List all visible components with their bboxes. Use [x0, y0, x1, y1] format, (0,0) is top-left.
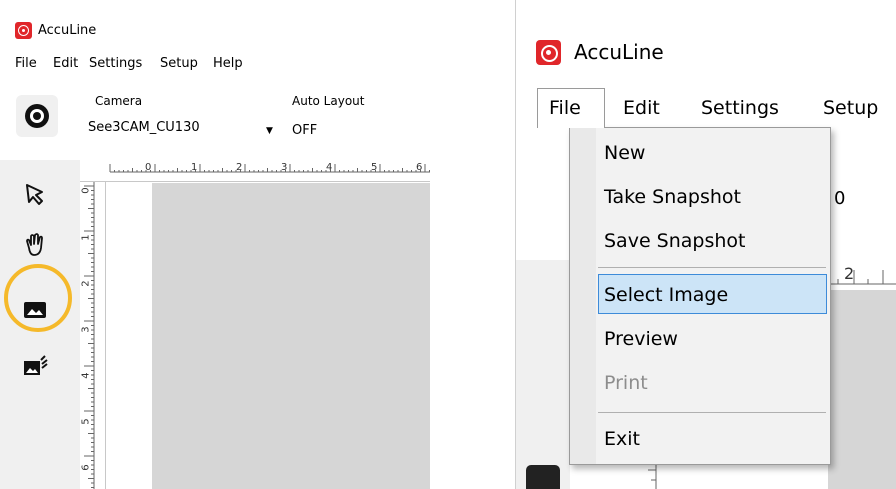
- toolbar: Camera See3CAM_CU130 ▼ Auto Layout OFF: [0, 85, 430, 155]
- menu-item-new[interactable]: New: [604, 142, 645, 164]
- ruler-left-label: 1: [80, 234, 92, 241]
- ruler-top-label: 1: [191, 162, 198, 173]
- ruler-left-label: 6: [80, 464, 92, 471]
- ruler-top-label: 4: [326, 162, 333, 173]
- title-bar: AccuLine: [0, 18, 430, 46]
- ruler-top: 0 1 2 3 4 5 6: [80, 160, 430, 182]
- auto-layout-label: Auto Layout: [292, 94, 365, 108]
- ruler-left-label: 3: [80, 326, 92, 333]
- camera-label: Camera: [95, 94, 143, 108]
- background-ruler: 2: [828, 262, 896, 290]
- camera-select[interactable]: See3CAM_CU130: [88, 120, 200, 135]
- background-sidebar: [516, 260, 570, 489]
- background-ruler-left: [636, 462, 666, 489]
- app-title: AccuLine: [38, 23, 97, 38]
- ruler-left-label: 0: [80, 187, 92, 194]
- ruler-top-label: 2: [236, 162, 243, 173]
- ruler-top-label: 3: [281, 162, 288, 173]
- app-logo-icon: [15, 22, 32, 39]
- image-flash-icon: [24, 355, 48, 375]
- image-canvas[interactable]: [152, 183, 430, 489]
- hand-icon: [26, 233, 43, 256]
- menu-item-preview[interactable]: Preview: [604, 328, 678, 350]
- image-flash-tool-button[interactable]: [20, 352, 50, 382]
- ruler-left-label: 5: [80, 418, 92, 425]
- app-title: AccuLine: [574, 40, 664, 64]
- background-camera-button: [526, 465, 560, 489]
- app-logo-icon: [536, 40, 561, 65]
- ruler-left-label: 4: [80, 372, 92, 379]
- zoom-view: AccuLine 2 0 File Edit Settings Setup Ne…: [515, 0, 896, 489]
- pointer-tool-button[interactable]: [20, 180, 50, 210]
- menu-setup[interactable]: Setup: [823, 97, 878, 119]
- ruler-top-ticks: [109, 164, 430, 173]
- background-ruler-left-ticks: [648, 462, 657, 489]
- ruler-top-label: 5: [371, 162, 378, 173]
- background-ruler-label: 2: [844, 264, 855, 283]
- camera-icon: [25, 104, 49, 128]
- background-peek-text: 0: [834, 188, 846, 209]
- menu-item-take-snapshot[interactable]: Take Snapshot: [604, 186, 741, 208]
- menu-settings[interactable]: Settings: [89, 56, 142, 71]
- pointer-icon: [26, 184, 43, 205]
- ruler-top-label: 6: [416, 162, 423, 173]
- menu-edit[interactable]: Edit: [623, 97, 660, 119]
- menu-edit[interactable]: Edit: [53, 56, 78, 71]
- auto-layout-select[interactable]: OFF: [292, 123, 317, 138]
- background-canvas: [828, 290, 896, 489]
- menu-separator: [598, 412, 826, 413]
- menu-separator: [598, 267, 826, 268]
- paper-margin: [107, 183, 152, 489]
- menu-item-exit[interactable]: Exit: [604, 428, 640, 450]
- ruler-left: 0 1 2 3 4 5 6: [80, 182, 106, 489]
- ruler-top-label: 0: [145, 162, 152, 173]
- menu-gutter: [570, 128, 596, 464]
- menu-file[interactable]: File: [549, 97, 581, 119]
- menu-bar: File Edit Settings Setup Help: [0, 52, 430, 76]
- file-menu-dropdown: New Take Snapshot Save Snapshot Select I…: [569, 127, 831, 465]
- menu-help[interactable]: Help: [213, 56, 243, 71]
- menu-item-select-image[interactable]: Select Image: [604, 284, 728, 306]
- main-window: AccuLine File Edit Settings Setup Help C…: [0, 0, 430, 489]
- highlight-circle: [4, 264, 72, 332]
- ruler-left-label: 2: [80, 280, 92, 287]
- background-ruler-ticks: [828, 270, 896, 285]
- menu-setup[interactable]: Setup: [160, 56, 198, 71]
- camera-button[interactable]: [16, 95, 58, 137]
- menu-settings[interactable]: Settings: [701, 97, 779, 119]
- hand-tool-button[interactable]: [20, 230, 50, 260]
- menu-file[interactable]: File: [15, 56, 37, 71]
- chevron-down-icon[interactable]: ▼: [266, 126, 273, 136]
- menu-item-print: Print: [604, 372, 648, 394]
- menu-item-save-snapshot[interactable]: Save Snapshot: [604, 230, 746, 252]
- ruler-left-ticks: [84, 182, 95, 489]
